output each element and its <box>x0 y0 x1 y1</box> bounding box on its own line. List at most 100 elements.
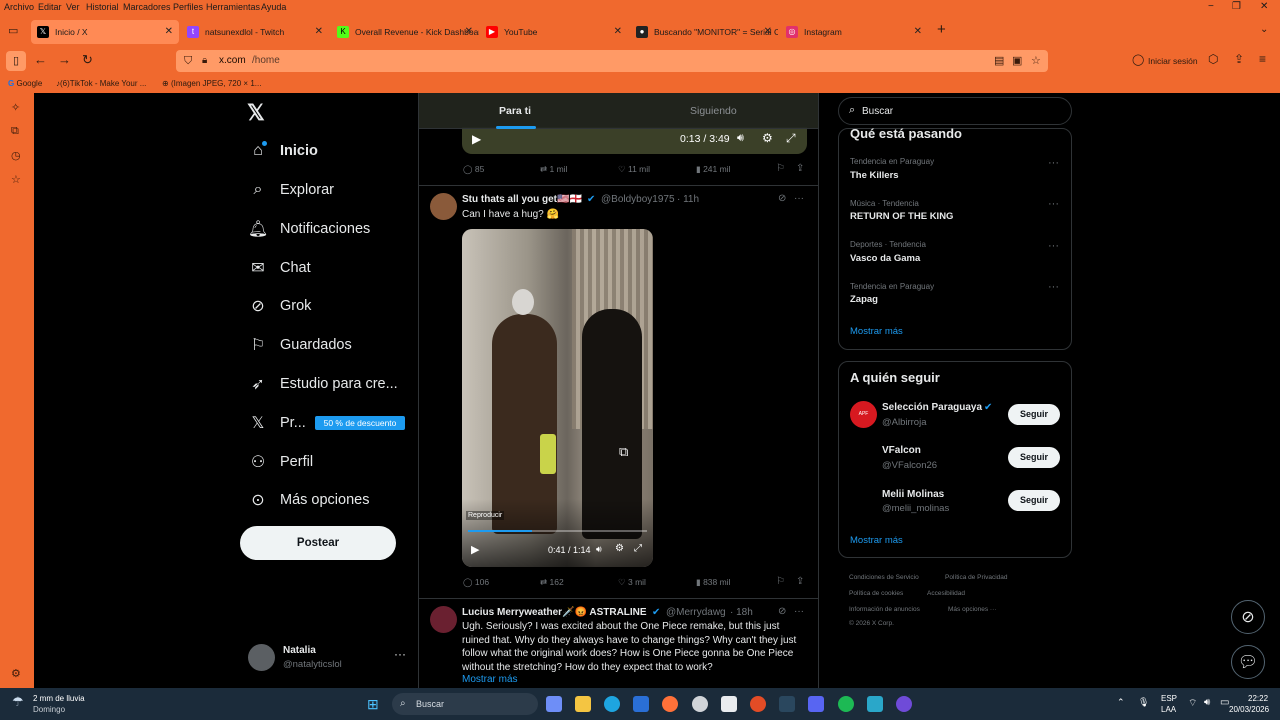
microphone-icon[interactable]: 🎙︎ <box>1138 697 1149 708</box>
menu-historial[interactable]: Historial <box>86 2 119 12</box>
tab-overview-icon[interactable]: ▭ <box>8 24 18 37</box>
account-switcher[interactable]: Natalia @natalyticslol ··· <box>248 643 414 673</box>
more-horizontal-icon[interactable]: ··· <box>1048 281 1059 293</box>
search-box[interactable]: ⌕ Buscar <box>838 97 1072 125</box>
nav-chat[interactable]: ✉ Chat <box>248 256 310 280</box>
trend-name[interactable]: The Killers <box>850 170 899 181</box>
gear-icon[interactable]: ⚙ <box>615 543 624 554</box>
mail-app-icon[interactable] <box>633 696 649 712</box>
footer-link[interactable]: Condiciones de Servicio <box>849 574 919 581</box>
trend-name[interactable]: RETURN OF THE KING <box>850 211 953 222</box>
weather-text[interactable]: 2 mm de lluvia <box>33 694 85 703</box>
tab-kick[interactable]: K Overall Revenue - Kick Dashboard ✕ <box>331 20 479 44</box>
follow-name[interactable]: Melii Molinas <box>882 489 944 500</box>
language[interactable]: ESP <box>1161 694 1177 703</box>
shield-icon[interactable]: ⛉ <box>184 50 192 72</box>
fullscreen-icon[interactable]: ⤢ <box>786 131 796 146</box>
nav-premium[interactable]: 𝕏 Pr... <box>248 411 306 435</box>
views-button[interactable]: ▮ 241 mil <box>696 164 730 175</box>
footer-link[interactable]: Más opciones ··· <box>948 606 996 613</box>
post-button[interactable]: Postear <box>240 526 396 560</box>
brave-icon[interactable] <box>750 696 766 712</box>
synced-tabs-icon[interactable]: ⧉ <box>11 125 19 138</box>
tab-serial[interactable]: ● Buscando "MONITOR" = Serial C ✕ <box>630 20 778 44</box>
app-icon[interactable] <box>867 696 883 712</box>
repost-button[interactable]: ⇄ 162 <box>540 577 564 588</box>
tweet-video[interactable]: ⧉ Reproducir ▶ 0:41 / 1:14 🔊︎ ⚙ ⤢ <box>462 229 653 567</box>
menu-editar[interactable]: Editar <box>38 2 62 12</box>
menu-icon[interactable]: ≡ <box>1259 52 1266 66</box>
bookmark-icon[interactable]: ⚐ <box>776 163 785 174</box>
nav-grok[interactable]: ⊘ Grok <box>248 294 311 318</box>
notepad-icon[interactable] <box>721 696 737 712</box>
like-button[interactable]: ♡ 3 mil <box>618 577 646 588</box>
search-input[interactable]: Buscar <box>862 106 893 117</box>
volume-icon[interactable]: 🔊︎ <box>1204 697 1210 708</box>
scrollbar[interactable] <box>1273 93 1280 688</box>
nav-guardados[interactable]: ⚐ Guardados <box>248 333 352 357</box>
chat-fab[interactable]: 💬︎ <box>1231 645 1265 679</box>
close-tab-icon[interactable]: ✕ <box>165 20 173 44</box>
tweet-time[interactable]: · 11h <box>677 194 699 205</box>
extensions-icon[interactable]: ⬡ <box>1208 52 1218 66</box>
fullscreen-icon[interactable]: ⤢ <box>634 543 642 554</box>
chevron-up-icon[interactable]: ⌃ <box>1117 697 1125 708</box>
volume-icon[interactable]: 🔊︎ <box>737 132 744 145</box>
bookmark-tiktok[interactable]: ♪(6)TikTok - Make Your ... <box>56 79 146 88</box>
bookmark-google[interactable]: G Google <box>8 79 42 88</box>
github-icon[interactable] <box>692 696 708 712</box>
lock-icon[interactable]: 🔒︎ <box>202 50 207 72</box>
grok-icon[interactable]: ⊘ <box>778 193 786 204</box>
follow-handle[interactable]: @Albirroja <box>882 417 927 428</box>
bookmark-image[interactable]: ⊕ (Imagen JPEG, 720 × 1... <box>162 79 261 88</box>
more-horizontal-icon[interactable]: ··· <box>1048 198 1059 210</box>
share-icon[interactable]: ⇪ <box>1234 52 1244 66</box>
folder-icon[interactable] <box>575 696 591 712</box>
close-tab-icon[interactable]: ✕ <box>914 20 922 44</box>
avatar[interactable]: APF <box>850 401 877 428</box>
footer-link[interactable]: Política de Privacidad <box>945 574 1008 581</box>
picture-in-picture-icon[interactable]: ⧉ <box>619 444 628 460</box>
taskbar-search[interactable]: ⌕ Buscar <box>392 693 538 715</box>
reader-icon[interactable]: ▤ <box>994 50 1004 72</box>
tab-para-ti[interactable]: Para ti <box>499 93 531 129</box>
more-horizontal-icon[interactable]: ··· <box>1048 240 1059 252</box>
menu-herramientas[interactable]: Herramientas <box>206 2 260 12</box>
nav-estudio[interactable]: ➶ Estudio para cre... <box>248 372 397 396</box>
close-tab-icon[interactable]: ✕ <box>614 20 622 44</box>
reload-icon[interactable]: ↻ <box>82 52 93 68</box>
share-icon[interactable]: ⇪ <box>796 576 804 587</box>
show-more-follow[interactable]: Mostrar más <box>850 535 903 546</box>
tweet-author-name[interactable]: Lucius Merryweather🗡️😡 ASTRALINE <box>462 607 647 618</box>
play-icon[interactable]: ▶ <box>471 543 479 556</box>
x-logo-icon[interactable]: 𝕏 <box>247 100 265 126</box>
follow-name[interactable]: VFalcon <box>882 445 921 456</box>
show-more-link[interactable]: Mostrar más <box>462 674 518 685</box>
trend-name[interactable]: Zapag <box>850 294 878 305</box>
grok-icon[interactable]: ⊘ <box>778 606 786 617</box>
bookmarks-icon[interactable]: ☆ <box>11 173 21 186</box>
nav-explorar[interactable]: ⌕ Explorar <box>248 178 334 202</box>
avatar[interactable] <box>430 606 457 633</box>
grok-fab[interactable]: ⊘ <box>1231 600 1265 634</box>
menu-marcadores[interactable]: Marcadores <box>123 2 171 12</box>
menu-archivo[interactable]: Archivo <box>4 2 34 12</box>
back-icon[interactable]: ← <box>34 52 47 67</box>
spotify-icon[interactable] <box>838 696 854 712</box>
menu-ayuda[interactable]: Ayuda <box>261 2 286 12</box>
nav-inicio[interactable]: ⌂ Inicio <box>248 139 318 163</box>
settings-icon[interactable]: ⚙ <box>11 667 21 680</box>
repost-button[interactable]: ⇄ 1 mil <box>540 164 567 175</box>
history-icon[interactable]: ◷ <box>11 149 21 162</box>
views-button[interactable]: ▮ 838 mil <box>696 577 730 588</box>
nav-mas-opciones[interactable]: ⊙ Más opciones <box>248 488 369 512</box>
url-bar[interactable]: ⛉ 🔒︎ x.com /home ▤ ▣ ☆ <box>176 50 1048 72</box>
close-tab-icon[interactable]: ✕ <box>764 20 772 44</box>
more-horizontal-icon[interactable]: ··· <box>1048 157 1059 169</box>
close-tab-icon[interactable]: ✕ <box>465 20 473 44</box>
signin-link[interactable]: Iniciar sesión <box>1148 56 1198 66</box>
menu-perfiles[interactable]: Perfiles <box>173 2 203 12</box>
footer-link[interactable]: Accesibilidad <box>927 590 965 597</box>
volume-icon[interactable]: 🔊︎ <box>596 544 602 555</box>
sidebar-toggle-icon[interactable]: ▯ <box>6 51 26 71</box>
